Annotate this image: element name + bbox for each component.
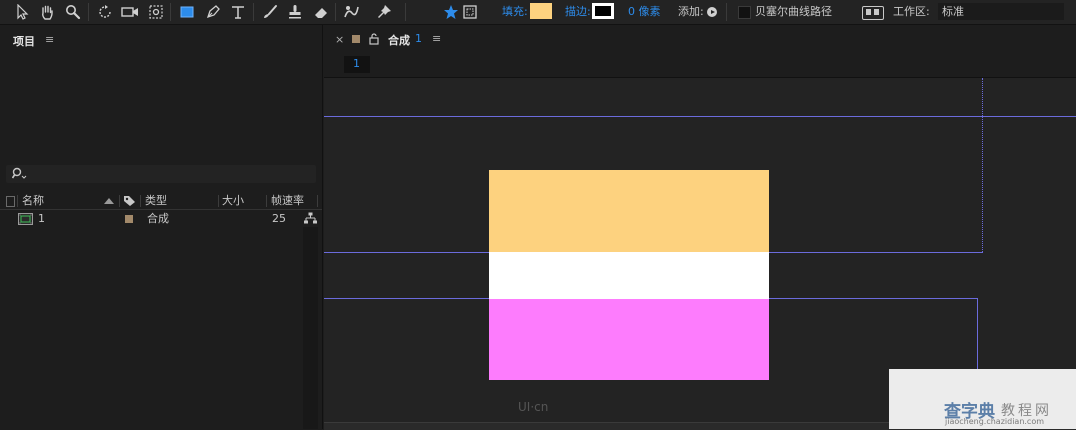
composition-tab-bar: × 合成 1 ≡ bbox=[324, 25, 1076, 53]
bezier-checkbox[interactable] bbox=[738, 6, 751, 19]
project-panel-title: 项目 bbox=[13, 35, 35, 48]
workspace-toggle-icon[interactable] bbox=[862, 6, 884, 20]
composition-tab-name[interactable]: 1 bbox=[415, 32, 422, 45]
workspace-value: 标准 bbox=[942, 5, 964, 18]
workspace-dropdown[interactable]: 标准 bbox=[938, 3, 1064, 20]
project-search-input[interactable] bbox=[6, 165, 316, 183]
comp-label-swatch[interactable] bbox=[352, 35, 360, 43]
watermark-badge: 查字典 教程网 jiaocheng.chazidian.com bbox=[889, 369, 1076, 429]
column-framerate[interactable]: 帧速率 bbox=[271, 194, 304, 208]
layer-yellow-band[interactable] bbox=[489, 170, 769, 252]
hand-tool-icon[interactable] bbox=[37, 2, 57, 22]
fill-label: 填充: bbox=[502, 5, 528, 18]
panel-menu-icon[interactable]: ≡ bbox=[45, 33, 54, 46]
search-icon bbox=[12, 167, 27, 179]
item-framerate: 25 bbox=[272, 212, 286, 225]
pen-tool-icon[interactable] bbox=[203, 2, 223, 22]
brush-tool-icon[interactable] bbox=[260, 2, 280, 22]
breadcrumb-item: 1 bbox=[353, 57, 360, 70]
toolbar: 填充: 描边: 0 像素 添加: 贝塞尔曲线路径 工作区: 标准 bbox=[0, 0, 1076, 25]
column-type[interactable]: 类型 bbox=[145, 194, 167, 208]
fill-swatch[interactable] bbox=[530, 3, 552, 19]
star-icon[interactable] bbox=[441, 2, 461, 22]
project-panel: 项目 ≡ 名称 类型 大小 帧速率 1 合成 25 bbox=[0, 25, 323, 429]
type-tool-icon[interactable] bbox=[228, 2, 248, 22]
workspace-label: 工作区: bbox=[893, 5, 930, 18]
unlock-icon[interactable] bbox=[369, 33, 379, 45]
column-label-icon bbox=[6, 196, 15, 207]
table-row[interactable]: 1 合成 25 bbox=[0, 211, 322, 227]
clone-stamp-tool-icon[interactable] bbox=[285, 2, 305, 22]
add-dropdown-icon[interactable] bbox=[707, 7, 717, 17]
rectangle-tool-icon[interactable] bbox=[177, 2, 197, 22]
watermark-logo: UI·cn bbox=[518, 400, 549, 414]
project-column-header: 名称 类型 大小 帧速率 bbox=[0, 193, 322, 210]
flowchart-icon[interactable] bbox=[304, 212, 317, 225]
roto-brush-tool-icon[interactable] bbox=[342, 2, 362, 22]
layer-pink-band[interactable] bbox=[489, 299, 769, 380]
watermark-site-url: jiaocheng.chazidian.com bbox=[945, 417, 1045, 426]
close-tab-icon[interactable]: × bbox=[335, 33, 344, 46]
breadcrumb[interactable]: 1 bbox=[344, 56, 370, 73]
bezier-label: 贝塞尔曲线路径 bbox=[755, 5, 832, 18]
add-label: 添加: bbox=[678, 5, 704, 18]
stroke-swatch[interactable] bbox=[592, 3, 614, 19]
camera-tool-icon[interactable] bbox=[120, 2, 140, 22]
composition-tab-label[interactable]: 合成 bbox=[388, 32, 410, 48]
column-name[interactable]: 名称 bbox=[22, 194, 44, 208]
mask-feather-icon[interactable] bbox=[460, 2, 480, 22]
guide-line-horizontal-top[interactable] bbox=[324, 116, 1076, 117]
composition-icon bbox=[18, 213, 33, 225]
item-name: 1 bbox=[38, 212, 45, 225]
sort-ascending-icon[interactable] bbox=[103, 197, 115, 205]
guide-line-vertical-dotted[interactable] bbox=[982, 78, 983, 252]
eraser-tool-icon[interactable] bbox=[311, 2, 331, 22]
rotate-tool-icon[interactable] bbox=[95, 2, 115, 22]
layer-white-band[interactable] bbox=[489, 252, 769, 299]
item-type: 合成 bbox=[147, 212, 169, 225]
item-label-swatch[interactable] bbox=[125, 215, 133, 223]
zoom-tool-icon[interactable] bbox=[63, 2, 83, 22]
comp-panel-menu-icon[interactable]: ≡ bbox=[432, 32, 441, 45]
stroke-width-value[interactable]: 0 像素 bbox=[628, 5, 661, 19]
puppet-pin-tool-icon[interactable] bbox=[374, 2, 394, 22]
selection-tool-icon[interactable] bbox=[12, 2, 32, 22]
label-tag-icon[interactable] bbox=[123, 195, 136, 207]
stroke-label: 描边: bbox=[565, 5, 591, 18]
pan-behind-tool-icon[interactable] bbox=[146, 2, 166, 22]
project-scrollbar[interactable] bbox=[303, 227, 318, 429]
composition-breadcrumb-bar: 1 bbox=[324, 53, 1076, 78]
column-size[interactable]: 大小 bbox=[222, 194, 244, 208]
